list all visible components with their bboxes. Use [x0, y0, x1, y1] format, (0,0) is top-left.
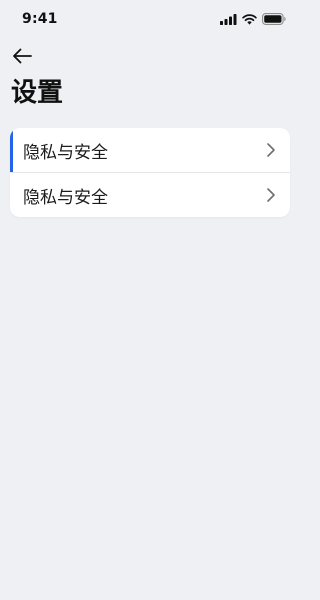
- cellular-signal-icon: [220, 13, 237, 25]
- back-button[interactable]: [8, 44, 36, 68]
- page-title: 设置: [11, 78, 64, 108]
- arrow-left-icon: [13, 48, 32, 64]
- status-icons: [220, 12, 286, 26]
- chevron-right-icon: [267, 143, 275, 157]
- settings-item-privacy-security[interactable]: 隐私与安全: [10, 128, 290, 172]
- chevron-right-icon: [267, 188, 275, 202]
- settings-item-label: 隐私与安全: [23, 187, 108, 208]
- status-bar: 9:41: [0, 0, 300, 40]
- wifi-icon: [242, 13, 257, 25]
- battery-icon: [262, 13, 286, 25]
- settings-item-privacy-security[interactable]: 隐私与安全: [10, 172, 290, 217]
- settings-item-label: 隐私与安全: [23, 142, 108, 163]
- settings-list: 隐私与安全 隐私与安全: [10, 128, 290, 217]
- status-time: 9:41: [22, 11, 58, 27]
